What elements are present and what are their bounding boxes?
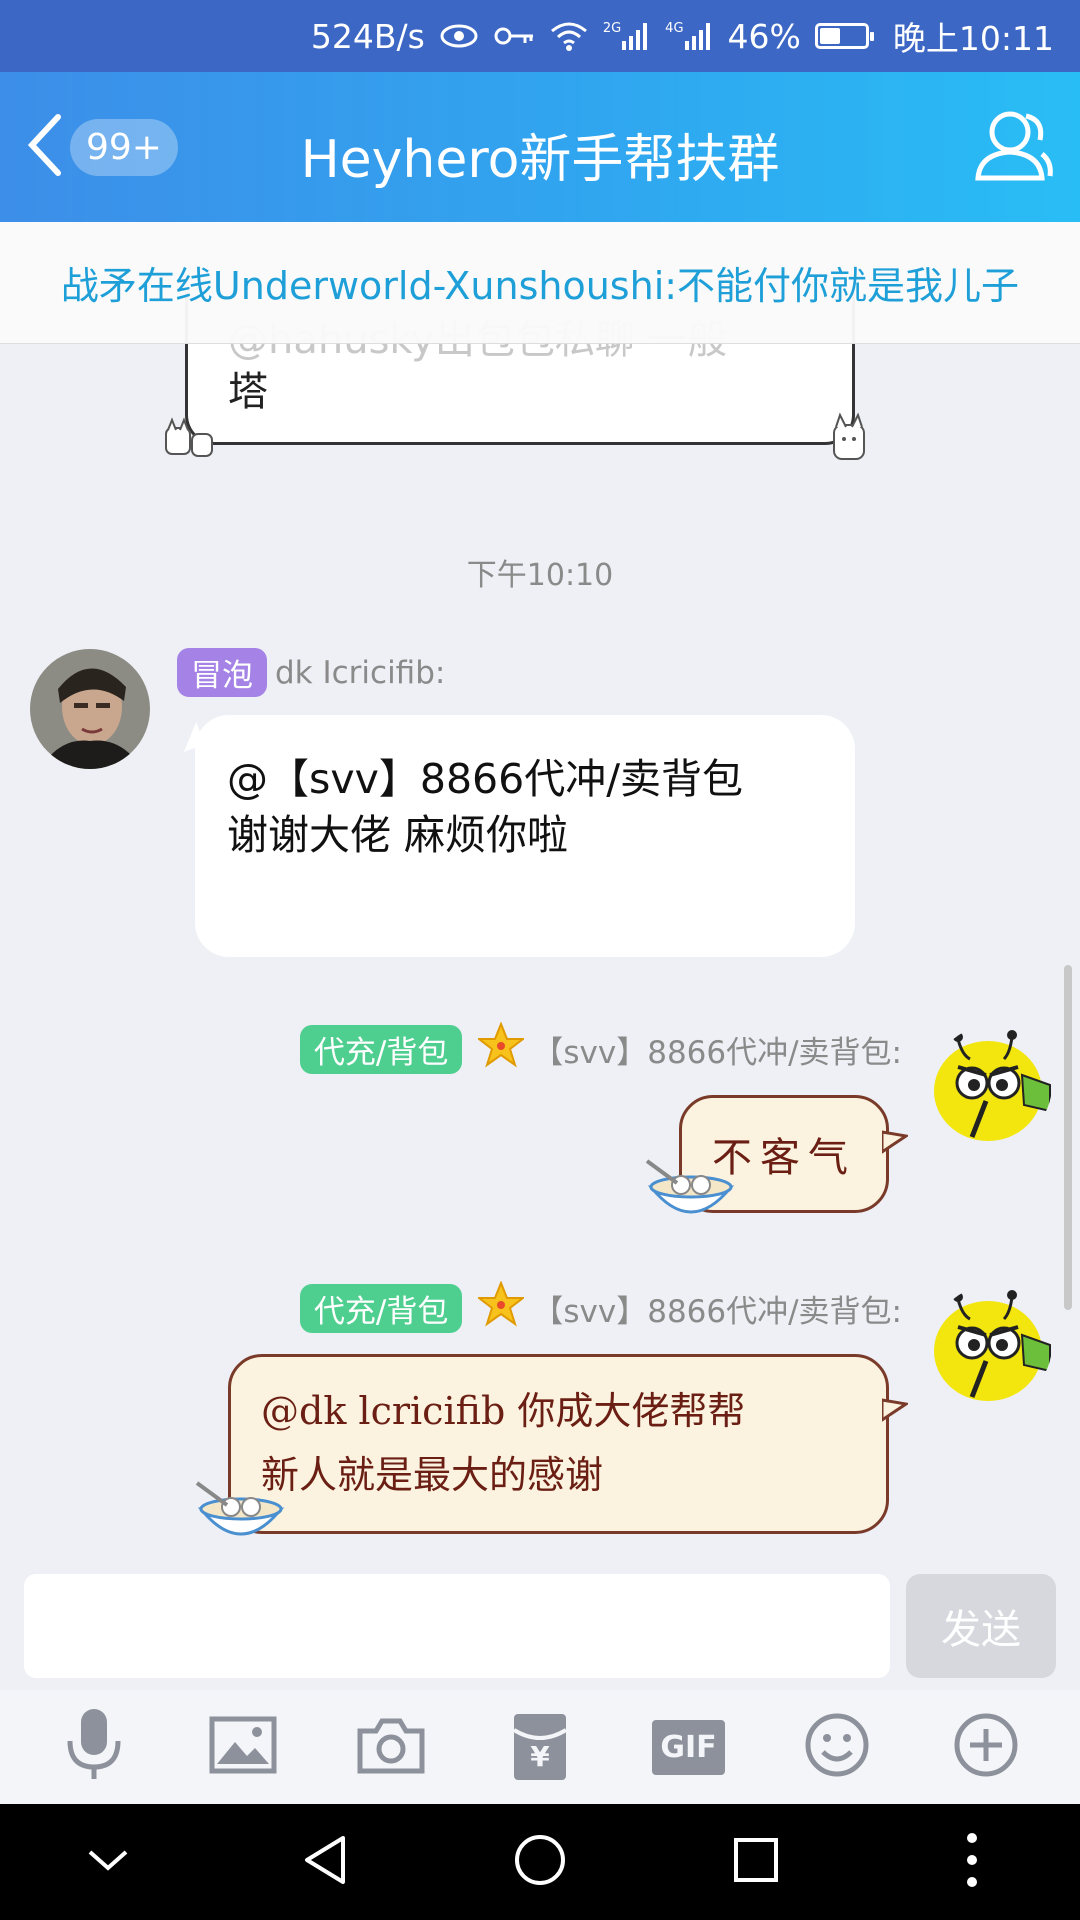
sender-name[interactable]: dk Icricifib: — [275, 655, 445, 691]
gif-button[interactable]: GIF — [649, 1707, 729, 1787]
more-vertical-icon — [966, 1832, 978, 1892]
yen-label: ¥ — [530, 1740, 550, 1773]
message-timestamp: 下午10:10 — [466, 558, 614, 593]
group-members-button[interactable] — [970, 104, 1054, 188]
microphone-icon — [64, 1707, 124, 1787]
triangle-back-icon — [301, 1834, 347, 1890]
cat-sticker-left-icon — [160, 412, 220, 466]
more-button[interactable] — [946, 1707, 1026, 1787]
nav-menu-button[interactable] — [927, 1817, 1017, 1907]
signal-4g-icon: 4G — [665, 21, 713, 51]
group-icon — [970, 111, 1054, 192]
image-icon — [209, 1716, 277, 1778]
title-bar: 99+ Heyhero新手帮扶群 — [0, 72, 1080, 222]
message-input[interactable] — [24, 1574, 890, 1678]
previous-message-last-line: 塔 — [228, 369, 268, 415]
clock: 晚上10:11 — [892, 19, 1054, 58]
chat-scrollbar[interactable] — [1064, 965, 1072, 1310]
signal-2g-icon: 2G — [603, 21, 651, 51]
square-recents-icon — [732, 1836, 780, 1888]
image-button[interactable] — [203, 1707, 283, 1787]
sender-name-row: 代充/背包 【svv】8866代冲/卖背包: — [299, 1280, 902, 1335]
battery-icon — [814, 23, 874, 49]
battery-percent: 46% — [727, 16, 801, 56]
chevron-down-icon — [86, 1848, 130, 1876]
message-bubble[interactable]: @【svv】8866代冲/卖背包 谢谢大佬 麻烦你啦 — [195, 715, 855, 957]
bowl-sticker-icon — [643, 1157, 739, 1227]
network-speed: 524B/s — [310, 16, 425, 56]
star-icon — [476, 1021, 527, 1076]
message-text-line: @dk lcricifib 你成大佬帮帮 — [261, 1389, 746, 1433]
cat-sticker-right-icon — [820, 407, 880, 469]
wifi-icon — [549, 20, 589, 52]
microphone-button[interactable] — [54, 1707, 134, 1787]
smiley-icon — [804, 1712, 870, 1782]
member-tag: 冒泡 — [177, 648, 267, 697]
camera-icon — [356, 1715, 426, 1779]
bubble-tail — [880, 1120, 910, 1155]
page-title: Heyhero新手帮扶群 — [300, 130, 780, 190]
sender-name[interactable]: 【svv】8866代冲/卖背包: — [532, 1027, 902, 1072]
sender-name[interactable]: 【svv】8866代冲/卖背包: — [532, 1286, 902, 1331]
message-text-line: 谢谢大佬 麻烦你啦 — [227, 811, 569, 859]
red-packet-icon: ¥ — [512, 1712, 568, 1782]
bubble-tail — [880, 1379, 910, 1423]
eye-icon — [439, 23, 479, 49]
emoji-button[interactable] — [797, 1707, 877, 1787]
message-text-line: @【svv】8866代冲/卖背包 — [227, 755, 744, 803]
group-notice-banner[interactable]: 战矛在线Underworld-Xunshoushi:不能付你就是我儿子 — [0, 222, 1080, 344]
notice-text: 战矛在线Underworld-Xunshoushi:不能付你就是我儿子 — [60, 264, 1020, 308]
gif-icon: GIF — [652, 1719, 725, 1775]
red-packet-button[interactable]: ¥ — [500, 1707, 580, 1787]
star-icon — [476, 1280, 527, 1335]
input-toolbar: ¥ GIF — [0, 1690, 1080, 1804]
member-tag: 代充/背包 — [299, 1024, 463, 1074]
avatar[interactable] — [30, 649, 150, 769]
circle-home-icon — [513, 1833, 567, 1891]
bowl-sticker-icon — [193, 1479, 289, 1549]
input-bar: 发送 — [0, 1572, 1080, 1690]
hide-keyboard-button[interactable] — [63, 1817, 153, 1907]
key-icon — [493, 25, 535, 47]
avatar[interactable] — [932, 1025, 1052, 1145]
plus-circle-icon — [953, 1712, 1019, 1782]
nav-recents-button[interactable] — [711, 1817, 801, 1907]
avatar[interactable] — [932, 1285, 1052, 1405]
sender-name-row: 代充/背包 【svv】8866代冲/卖背包: — [299, 1021, 902, 1076]
message-bubble[interactable]: @dk lcricifib 你成大佬帮帮 新人就是最大的感谢 — [228, 1354, 910, 1534]
nav-home-button[interactable] — [495, 1817, 585, 1907]
sender-name-row: 冒泡 dk Icricifib: — [177, 648, 445, 697]
message-text-line: 新人就是最大的感谢 — [261, 1453, 604, 1497]
status-bar: 524B/s 2G 4G 46% 晚上10:11 — [0, 0, 1080, 72]
chat-area[interactable]: @hahusky出包包私聊 一般 塔 下午10:10 冒泡 dk Icricif… — [0, 222, 1080, 1572]
member-tag: 代充/背包 — [299, 1283, 463, 1333]
nav-back-button[interactable] — [279, 1817, 369, 1907]
system-nav-bar — [0, 1804, 1080, 1920]
camera-button[interactable] — [351, 1707, 431, 1787]
send-button[interactable]: 发送 — [906, 1574, 1056, 1678]
